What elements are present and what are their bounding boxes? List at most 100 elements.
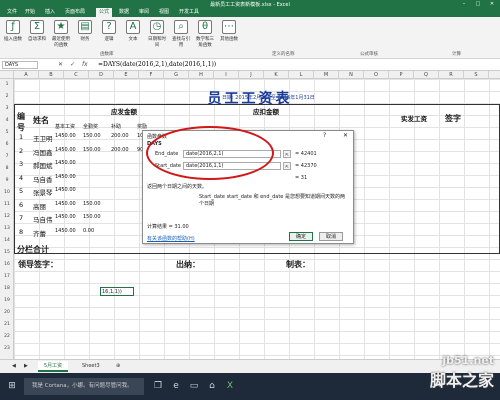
salary-value: 1450.00 bbox=[55, 187, 76, 193]
tab-home[interactable]: 开始 bbox=[22, 8, 38, 17]
row-header[interactable]: 5 bbox=[0, 130, 14, 135]
autosum-button[interactable]: Σ 自动求和 bbox=[26, 20, 48, 50]
enter-icon[interactable]: ✓ bbox=[70, 60, 75, 70]
column-header[interactable]: H bbox=[189, 71, 214, 79]
row-header[interactable]: 17 bbox=[0, 274, 14, 279]
tab-view[interactable]: 视图 bbox=[156, 8, 172, 17]
add-sheet-icon[interactable]: ⊕ bbox=[110, 361, 126, 372]
arg2-result: = 42370 bbox=[295, 163, 317, 169]
tab-page-layout[interactable]: 页面布局 bbox=[62, 8, 88, 17]
financial-button[interactable]: ▤ 财务 bbox=[74, 20, 96, 50]
row-header[interactable]: 13 bbox=[0, 226, 14, 231]
column-header[interactable]: Q bbox=[414, 71, 439, 79]
collapse-ref-icon[interactable]: ⇱ bbox=[283, 150, 291, 158]
row-header[interactable]: 4 bbox=[0, 118, 14, 123]
formula-input[interactable]: =DAYS(date(2016,2,1),date(2016,1,1)) bbox=[98, 60, 216, 70]
insert-function-button[interactable]: ƒ 插入函数 bbox=[2, 20, 24, 50]
star-icon: ★ bbox=[54, 20, 68, 34]
active-cell[interactable]: 16,1,1)) bbox=[100, 287, 134, 296]
row-header[interactable]: 21 bbox=[0, 322, 14, 327]
row-header[interactable]: 14 bbox=[0, 238, 14, 243]
column-header[interactable]: I bbox=[214, 71, 239, 79]
excel-taskbar-icon[interactable]: X bbox=[224, 380, 236, 392]
collapse-ref-icon[interactable]: ⇱ bbox=[283, 162, 291, 170]
store-icon[interactable]: ⌂ bbox=[206, 380, 218, 392]
row-header[interactable]: 8 bbox=[0, 166, 14, 171]
column-header[interactable]: A bbox=[14, 71, 39, 79]
cancel-button[interactable]: 取消 bbox=[319, 232, 343, 241]
row-header[interactable]: 22 bbox=[0, 334, 14, 339]
row-header[interactable]: 23 bbox=[0, 346, 14, 351]
column-header[interactable]: K bbox=[264, 71, 289, 79]
folder-icon[interactable]: ▭ bbox=[188, 380, 200, 392]
sheet-tab-sheet3[interactable]: Sheet3 bbox=[76, 361, 106, 372]
column-header[interactable]: G bbox=[164, 71, 189, 79]
edge-icon[interactable]: e bbox=[170, 380, 182, 392]
row-header[interactable]: 7 bbox=[0, 154, 14, 159]
select-all[interactable] bbox=[0, 71, 14, 79]
tab-developer[interactable]: 开发工具 bbox=[176, 8, 202, 17]
tab-file[interactable]: 文件 bbox=[4, 8, 20, 17]
scroll-right-icon[interactable]: ▶ bbox=[18, 361, 34, 372]
column-header[interactable]: E bbox=[114, 71, 139, 79]
salary-value: 150.00 bbox=[83, 214, 101, 220]
task-view-icon[interactable]: ❐ bbox=[152, 380, 164, 392]
row-header[interactable]: 9 bbox=[0, 178, 14, 183]
tab-data[interactable]: 数据 bbox=[116, 8, 132, 17]
arg1-result: = 42401 bbox=[295, 151, 317, 157]
datetime-button[interactable]: ◷ 日期和时间 bbox=[146, 20, 168, 50]
more-functions-button[interactable]: ⋯ 其他函数 bbox=[218, 20, 240, 50]
column-header[interactable]: L bbox=[289, 71, 314, 79]
column-header[interactable]: F bbox=[139, 71, 164, 79]
column-header[interactable]: S bbox=[464, 71, 489, 79]
cortana-search[interactable]: 我是 Cortana，小娜。有问题尽管问我。 bbox=[24, 378, 144, 395]
column-header[interactable]: O bbox=[364, 71, 389, 79]
column-header[interactable]: D bbox=[89, 71, 114, 79]
row-header[interactable]: 18 bbox=[0, 286, 14, 291]
row-header[interactable]: 12 bbox=[0, 214, 14, 219]
salary-value: 1450.00 bbox=[55, 214, 76, 220]
column-header[interactable]: J bbox=[239, 71, 264, 79]
close-icon[interactable]: ✕ bbox=[486, 0, 498, 8]
column-header[interactable]: C bbox=[64, 71, 89, 79]
lookup-button[interactable]: ⌕ 查找与引用 bbox=[170, 20, 192, 50]
name-box[interactable]: DAYS bbox=[2, 61, 38, 69]
row-header[interactable]: 11 bbox=[0, 202, 14, 207]
salary-value: 150.00 bbox=[83, 133, 101, 139]
row-header[interactable]: 10 bbox=[0, 190, 14, 195]
column-header[interactable]: N bbox=[339, 71, 364, 79]
sheet-tab-may-salary[interactable]: 5月工资 bbox=[38, 361, 69, 372]
row-header[interactable]: 6 bbox=[0, 142, 14, 147]
recent-functions-button[interactable]: ★ 最近使用的函数 bbox=[50, 20, 72, 50]
text-button[interactable]: A 文本 bbox=[122, 20, 144, 50]
column-header[interactable]: R bbox=[439, 71, 464, 79]
row-no: 1 bbox=[19, 133, 24, 141]
dialog-close-icon[interactable]: ✕ bbox=[343, 132, 348, 139]
total-result: = 31 bbox=[295, 175, 308, 181]
maker-label: 制表： bbox=[286, 260, 310, 269]
windows-start-icon[interactable]: ⊞ bbox=[6, 380, 18, 392]
row-header[interactable]: 19 bbox=[0, 298, 14, 303]
row-header[interactable]: 16 bbox=[0, 262, 14, 267]
tab-formulas[interactable]: 公式 bbox=[96, 8, 113, 17]
cancel-icon[interactable]: ✕ bbox=[58, 60, 63, 70]
row-no: 8 bbox=[19, 227, 24, 236]
logical-button[interactable]: ? 逻辑 bbox=[98, 20, 120, 50]
tab-insert[interactable]: 插入 bbox=[42, 8, 58, 17]
minimize-icon[interactable]: – bbox=[458, 0, 470, 8]
maximize-icon[interactable]: □ bbox=[472, 0, 484, 8]
column-header[interactable]: M bbox=[314, 71, 339, 79]
fx-icon[interactable]: fx bbox=[82, 60, 88, 70]
column-header[interactable]: P bbox=[389, 71, 414, 79]
row-header[interactable]: 1 bbox=[0, 82, 14, 87]
help-link[interactable]: 有关该函数的帮助(H) bbox=[147, 235, 195, 242]
help-icon[interactable]: ? bbox=[323, 132, 326, 139]
row-header[interactable]: 15 bbox=[0, 250, 14, 255]
column-header[interactable]: B bbox=[39, 71, 64, 79]
date-range: 日期: 2015年2月1日 至 2015年1月31日 bbox=[222, 95, 315, 101]
column-headers: ABCDEFGHIJKLMNOPQRS bbox=[0, 71, 500, 79]
ok-button[interactable]: 确定 bbox=[289, 232, 313, 241]
math-button[interactable]: θ 数学和三角函数 bbox=[194, 20, 216, 50]
tab-review[interactable]: 审阅 bbox=[136, 8, 152, 17]
row-header[interactable]: 20 bbox=[0, 310, 14, 315]
